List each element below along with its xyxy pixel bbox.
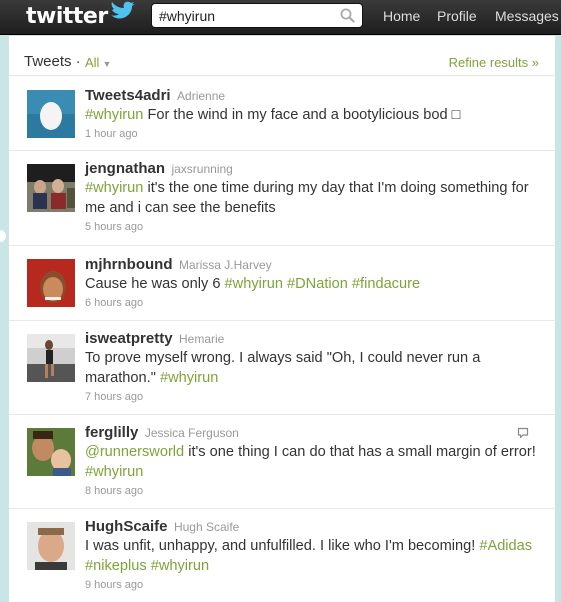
username[interactable]: HughScaife [85,518,168,535]
timestamp[interactable]: 6 hours ago [85,297,537,309]
tweet-body: Tweets4adri Adrienne #whyirun For the wi… [85,86,537,140]
timestamp[interactable]: 5 hours ago [85,221,537,233]
hashtag-link[interactable]: #nikeplus [85,558,147,574]
tweet-body: mjhrnbound Marissa J.Harvey Cause he was… [85,255,537,309]
text-fragment: For the wind in my face and a bootylicio… [143,107,461,123]
tweet-body: HughScaife Hugh Scaife I was unfit, unha… [85,517,537,591]
text-fragment: To prove myself wrong. I always said "Oh… [85,350,481,386]
runner-avatar[interactable] [27,334,75,382]
hashtag-link[interactable]: #whyirun [85,180,143,196]
tweet-text: To prove myself wrong. I always said "Oh… [85,348,537,388]
tweet-header: isweatpretty Hemarie [85,329,537,348]
timestamp[interactable]: 1 hour ago [85,128,537,140]
tweet-text: #whyirun For the wind in my face and a b… [85,105,537,125]
filter-dropdown[interactable]: All ▼ [85,55,111,70]
tweet-body: jengnathan jaxsrunning #whyirun it's the… [85,159,537,233]
search-input[interactable] [159,7,334,24]
bird-icon [110,1,136,29]
tweet-header: Tweets4adri Adrienne [85,86,537,105]
text-fragment: it's the one time during my day that I'm… [85,180,529,216]
text-fragment: I was unfit, unhappy, and unfulfilled. I… [85,538,480,554]
filter-label: All [85,55,100,70]
man-portrait-avatar[interactable] [27,522,75,570]
top-bar: twitter Home Profile Messages [0,0,561,35]
tweet-header: jengnathan jaxsrunning [85,159,537,178]
username[interactable]: jengnathan [85,160,165,177]
text-fragment: Cause he was only 6 [85,276,225,292]
nav-home[interactable]: Home [383,0,420,34]
twitter-logo[interactable]: twitter [26,1,136,30]
chevron-down-icon: ▼ [102,59,112,69]
group-photo-avatar[interactable] [27,164,75,212]
hashtag-link[interactable]: #Adidas [479,538,532,554]
search-icon[interactable] [340,8,355,28]
tweet-text: @runnersworld it's one thing I can do th… [85,442,537,482]
refine-results-link[interactable]: Refine results » [449,55,539,70]
panel-header: Tweets · All ▼ Refine results » [9,36,555,76]
hashtag-link[interactable]: #whyirun [160,370,218,386]
hashtag-link[interactable]: #whyirun [85,107,143,123]
nav-messages[interactable]: Messages [495,0,559,34]
tweet-text: I was unfit, unhappy, and unfulfilled. I… [85,536,537,576]
tweet-header: ferglilly Jessica Ferguson [85,423,537,442]
logo-text: twitter [26,3,108,29]
hashtag-link[interactable]: #whyirun [85,464,143,480]
tweet-header: mjhrnbound Marissa J.Harvey [85,255,537,274]
username[interactable]: Tweets4adri [85,87,171,104]
portrait-avatar[interactable] [27,259,75,307]
text-fragment: it's one thing I can do that has a small… [184,444,536,460]
tweets-panel: Tweets · All ▼ Refine results » Tweets4ad… [8,36,556,602]
real-name: Marissa J.Harvey [178,258,272,272]
tweet-body: ferglilly Jessica Ferguson @runnersworld… [85,423,537,497]
search-box[interactable] [151,3,363,28]
mother-child-avatar[interactable] [27,428,75,476]
real-name: jaxsrunning [171,162,233,176]
scroll-handle[interactable] [0,230,6,242]
tweet-item[interactable]: Tweets4adri Adrienne #whyirun For the wi… [9,76,555,151]
hashtag-link[interactable]: #whyirun [151,558,209,574]
username[interactable]: mjhrnbound [85,256,172,273]
tweet-item[interactable]: ferglilly Jessica Ferguson @runnersworld… [9,415,555,509]
nav-profile[interactable]: Profile [437,0,477,34]
tweet-item[interactable]: jengnathan jaxsrunning #whyirun it's the… [9,151,555,246]
hashtag-link[interactable]: #whyirun [225,276,283,292]
tweet-header: HughScaife Hugh Scaife [85,517,537,536]
real-name: Adrienne [177,89,226,103]
tweets-title: Tweets · [24,53,81,70]
timestamp[interactable]: 9 hours ago [85,579,537,591]
real-name: Hemarie [179,332,225,346]
tweet-body: isweatpretty Hemarie To prove myself wro… [85,329,537,403]
hashtag-link[interactable]: #findacure [352,276,420,292]
real-name: Jessica Ferguson [144,426,239,440]
tweet-item[interactable]: isweatpretty Hemarie To prove myself wro… [9,321,555,415]
tweet-text: Cause he was only 6 #whyirun #DNation #f… [85,274,537,294]
timestamp[interactable]: 7 hours ago [85,391,537,403]
real-name: Hugh Scaife [173,520,240,534]
tweet-text: #whyirun it's the one time during my day… [85,178,537,218]
mention-link[interactable]: @runnersworld [85,444,184,460]
username[interactable]: isweatpretty [85,330,173,347]
username[interactable]: ferglilly [85,424,138,441]
tweet-item[interactable]: mjhrnbound Marissa J.Harvey Cause he was… [9,246,555,321]
tweet-item[interactable]: HughScaife Hugh Scaife I was unfit, unha… [9,509,555,602]
hashtag-link[interactable]: #DNation [287,276,348,292]
timestamp[interactable]: 8 hours ago [85,485,537,497]
egg-avatar[interactable] [27,90,75,138]
